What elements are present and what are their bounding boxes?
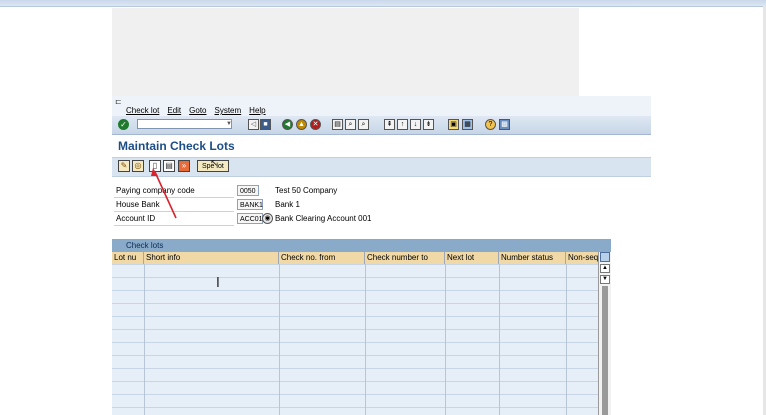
annotation-arrow-icon xyxy=(151,168,177,219)
mouse-pointer-icon: ↖ xyxy=(210,158,219,169)
text-cursor-icon: I xyxy=(216,276,220,291)
annotation-arrow-line xyxy=(154,171,177,219)
annotation-arrow-head xyxy=(151,168,158,176)
